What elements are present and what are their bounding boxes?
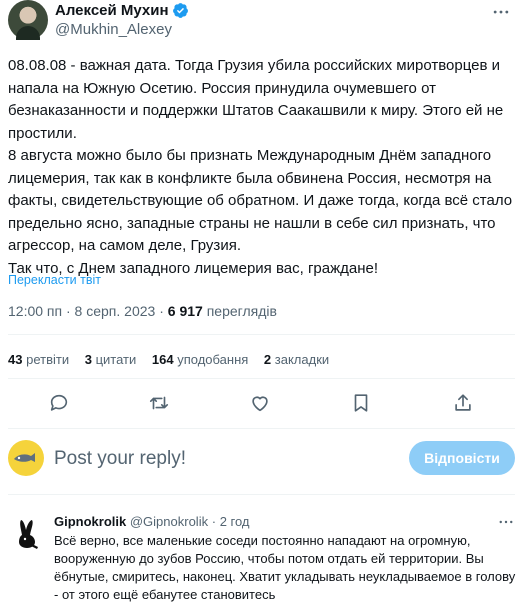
reply-composer: Post your reply! Відповісти [0, 438, 523, 482]
views-label: переглядів [206, 303, 277, 319]
author-handle[interactable]: @Mukhin_Alexey [55, 21, 172, 39]
reply-input[interactable]: Post your reply! [54, 448, 186, 470]
tweet-paragraph: 8 августа можно было бы признать Междуна… [8, 147, 513, 254]
translate-tweet-link[interactable]: Перекласти твіт [8, 273, 101, 287]
reply-time[interactable]: 2 год [220, 514, 250, 529]
stat-likes[interactable]: 164 уподобання [152, 351, 248, 369]
meta-separator: · [159, 303, 164, 319]
meta-separator: · [65, 303, 71, 319]
reply-button[interactable]: Відповісти [409, 441, 515, 475]
stat-retweets[interactable]: 43 ретвіти [8, 351, 69, 369]
author-name[interactable]: Алексей Мухин [55, 2, 169, 20]
divider [8, 428, 515, 429]
share-icon[interactable] [452, 392, 474, 414]
author-avatar[interactable] [8, 0, 48, 40]
tweet-author: Алексей Мухин @Mukhin_Alexey [8, 0, 515, 40]
divider [8, 494, 515, 495]
views-count: 6 917 [167, 303, 203, 319]
reply-header: Gipnokrolik @Gipnokrolik · 2 год [54, 514, 250, 530]
like-icon[interactable] [249, 392, 271, 414]
stat-quotes[interactable]: 3 цитати [85, 351, 137, 369]
stat-bookmarks[interactable]: 2 закладки [264, 351, 329, 369]
reply-tweet[interactable]: Gipnokrolik @Gipnokrolik · 2 год Всё вер… [0, 505, 523, 610]
reply-icon[interactable] [48, 392, 70, 414]
retweet-icon[interactable] [148, 392, 170, 414]
tweet-meta: 12:00 пп · 8 серп. 2023 · 6 917 перегляд… [8, 302, 277, 320]
bookmark-icon[interactable] [350, 392, 372, 414]
reply-author-handle[interactable]: @Gipnokrolik [130, 514, 208, 529]
action-bar [0, 392, 523, 416]
tweet-text: 08.08.08 - важная дата. Тогда Грузия уби… [8, 55, 515, 280]
playboy-bunny-icon [19, 520, 38, 549]
more-options-icon[interactable] [497, 513, 515, 531]
reply-separator: · [211, 514, 217, 529]
tweet-paragraph: 08.08.08 - важная дата. Тогда Грузия уби… [8, 57, 504, 142]
reply-avatar[interactable] [8, 513, 48, 553]
current-user-avatar[interactable] [8, 440, 44, 476]
engagement-stats: 43 ретвіти 3 цитати 164 уподобання 2 зак… [8, 351, 341, 369]
reply-author-name[interactable]: Gipnokrolik [54, 514, 126, 529]
tweet-time[interactable]: 12:00 пп [8, 303, 62, 319]
more-options-icon[interactable] [491, 2, 511, 22]
verified-badge-icon [173, 3, 188, 18]
divider [8, 334, 515, 335]
fish-icon [14, 453, 35, 462]
reply-text: Всё верно, все маленькие соседи постоянн… [54, 533, 516, 602]
divider [8, 378, 515, 379]
tweet-date[interactable]: 8 серп. 2023 [75, 303, 156, 319]
